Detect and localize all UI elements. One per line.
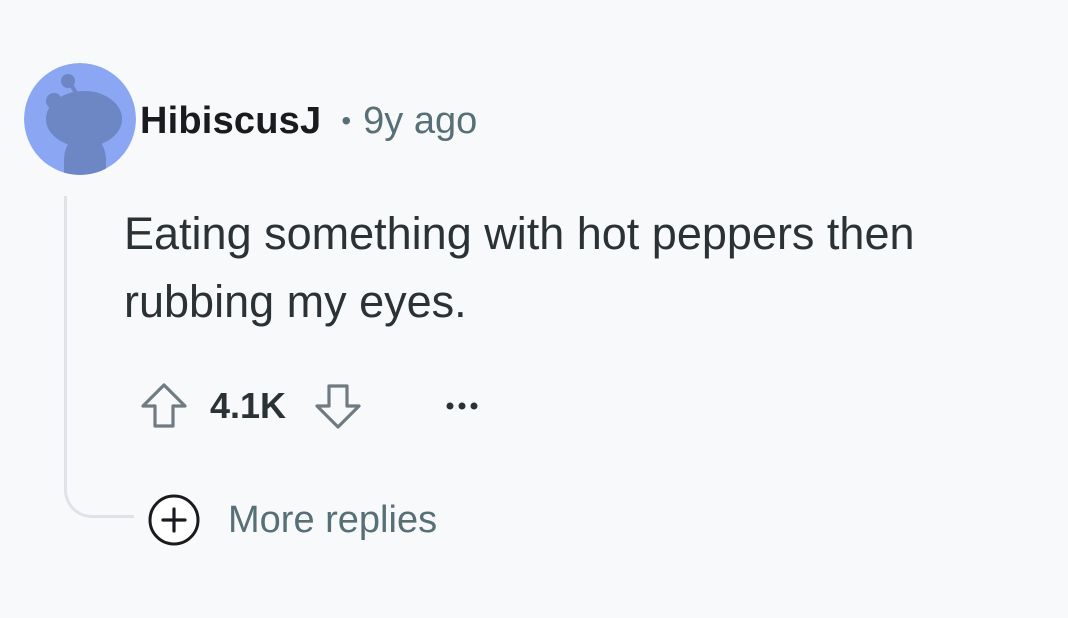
arrow-up-outline-icon [141,383,187,428]
upvote-button[interactable] [136,378,192,434]
author-username[interactable]: HibiscusJ [140,100,321,143]
ellipsis-horizontal-icon [446,402,478,410]
downvote-button[interactable] [310,378,366,434]
plus-circle-icon [146,492,202,548]
more-replies-button[interactable]: More replies [146,494,437,546]
more-replies-label: More replies [228,498,438,541]
comment-body: Eating something with hot peppers then r… [124,208,915,327]
overflow-menu-button[interactable] [434,378,490,434]
timestamp[interactable]: 9y ago [363,100,477,143]
snoo-avatar-icon[interactable] [24,63,136,175]
vote-score: 4.1K [210,385,287,426]
comment: HibiscusJ • 9y ago Eating something with… [0,0,1068,618]
arrow-down-outline-icon [315,384,361,429]
comment-meta: HibiscusJ • 9y ago [140,96,477,146]
meta-separator: • [341,105,352,136]
comment-actions: 4.1K [136,378,490,434]
